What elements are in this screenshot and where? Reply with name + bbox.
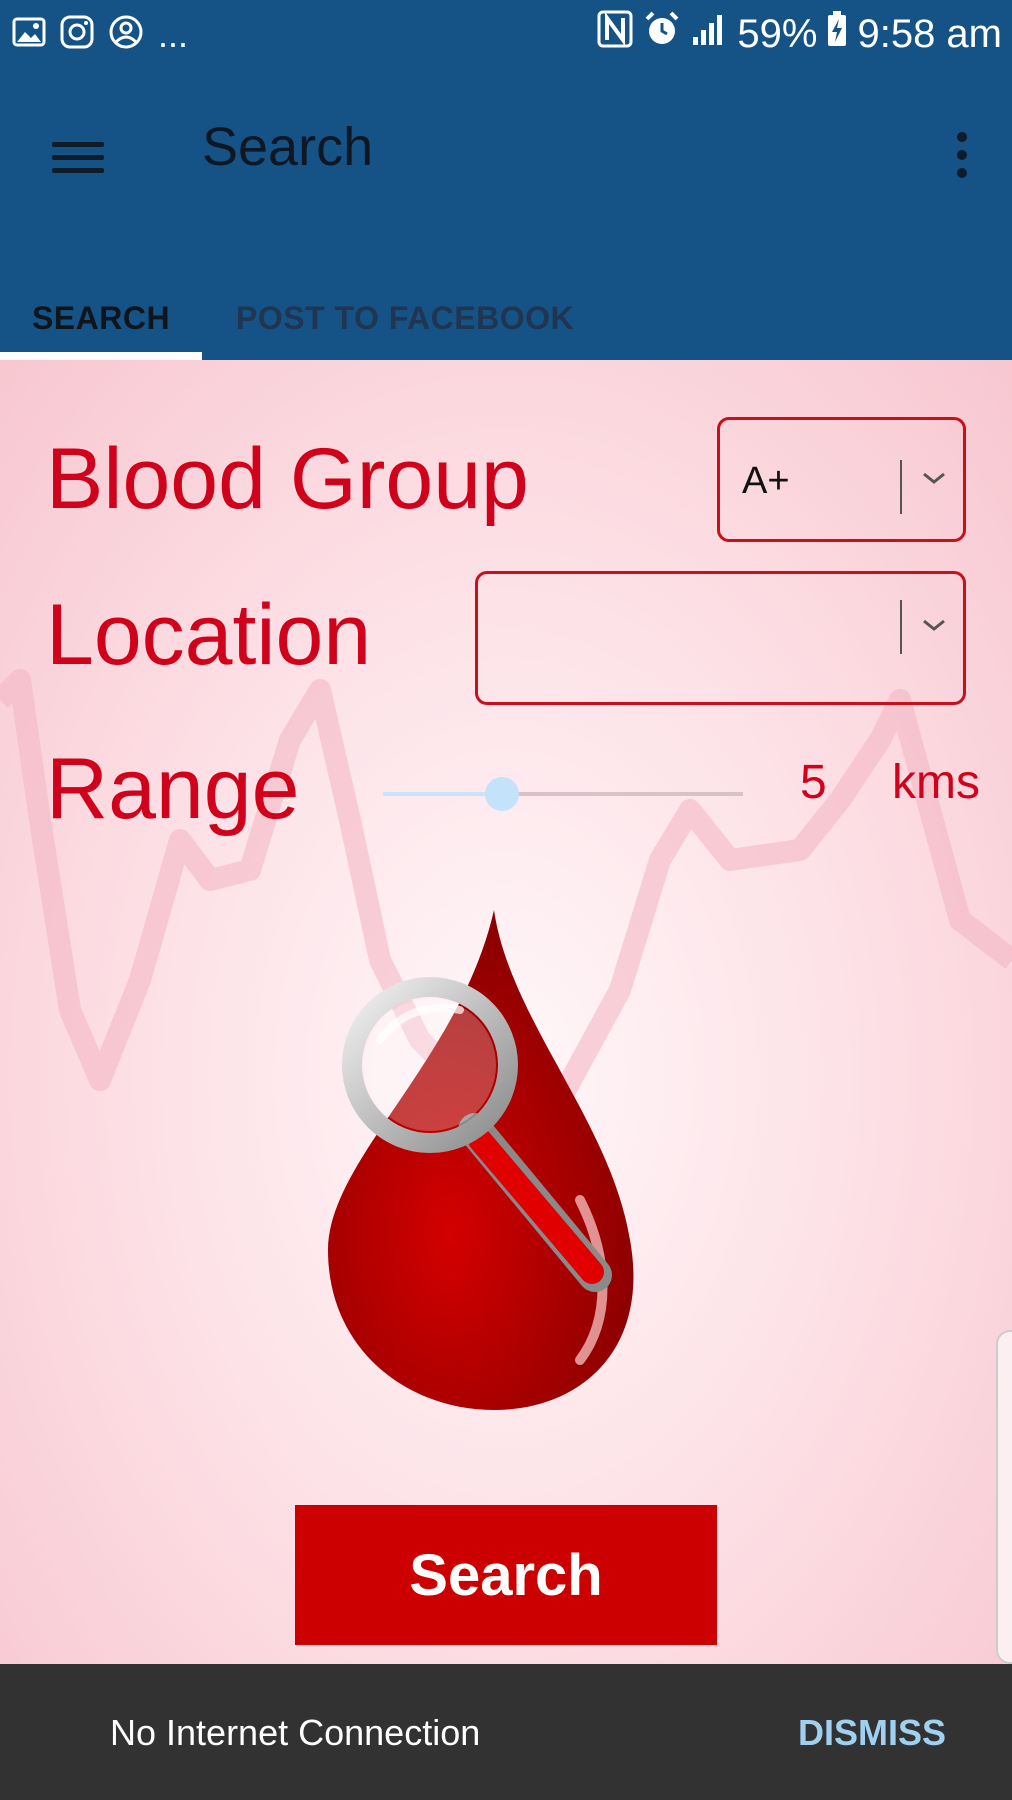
more-notifications: ...	[158, 13, 189, 55]
battery-charging-icon	[827, 11, 847, 57]
alarm-icon	[643, 10, 681, 58]
blood-drop-magnifier-icon	[328, 910, 634, 1410]
clock: 9:58 am	[857, 11, 1002, 56]
tab-indicator	[0, 352, 202, 360]
blood-group-dropdown[interactable]: A+	[717, 417, 966, 542]
location-label: Location	[46, 587, 372, 683]
account-icon	[108, 14, 144, 55]
dropdown-divider	[900, 600, 902, 654]
blood-group-value: A+	[742, 460, 790, 502]
app-bar: Search SEARCH POST TO FACEBOOK	[0, 72, 1012, 360]
dismiss-button[interactable]: DISMISS	[798, 1712, 946, 1754]
search-button[interactable]: Search	[295, 1505, 717, 1645]
slider-fill	[383, 792, 502, 796]
edge-panel-handle[interactable]	[996, 1330, 1012, 1664]
range-slider[interactable]	[383, 775, 743, 815]
tab-post-to-facebook[interactable]: POST TO FACEBOOK	[236, 268, 574, 360]
range-unit: kms	[892, 756, 980, 809]
slider-thumb[interactable]	[484, 777, 519, 811]
more-vert-icon[interactable]	[942, 120, 982, 190]
search-form: Blood Group A+ Location Range 5 kms Sear…	[0, 360, 1012, 1664]
range-label: Range	[46, 741, 300, 837]
tab-search[interactable]: SEARCH	[0, 268, 202, 360]
battery-percent: 59%	[737, 11, 818, 56]
instagram-icon	[60, 15, 94, 54]
location-dropdown[interactable]	[475, 571, 966, 705]
signal-icon	[691, 12, 727, 57]
hamburger-icon[interactable]	[44, 122, 114, 192]
snackbar: No Internet Connection DISMISS	[0, 1664, 1012, 1800]
blood-group-label: Blood Group	[46, 431, 529, 527]
dropdown-divider	[900, 460, 902, 514]
tab-bar: SEARCH POST TO FACEBOOK	[0, 268, 1012, 360]
nfc-icon	[597, 10, 633, 58]
status-bar: ... 59% 9:58 am	[0, 0, 1012, 72]
chevron-down-icon	[923, 619, 945, 631]
page-title: Search	[202, 117, 374, 177]
chevron-down-icon	[923, 472, 945, 484]
gallery-icon	[12, 17, 46, 52]
range-value: 5	[800, 756, 827, 809]
snackbar-message: No Internet Connection	[110, 1712, 481, 1753]
